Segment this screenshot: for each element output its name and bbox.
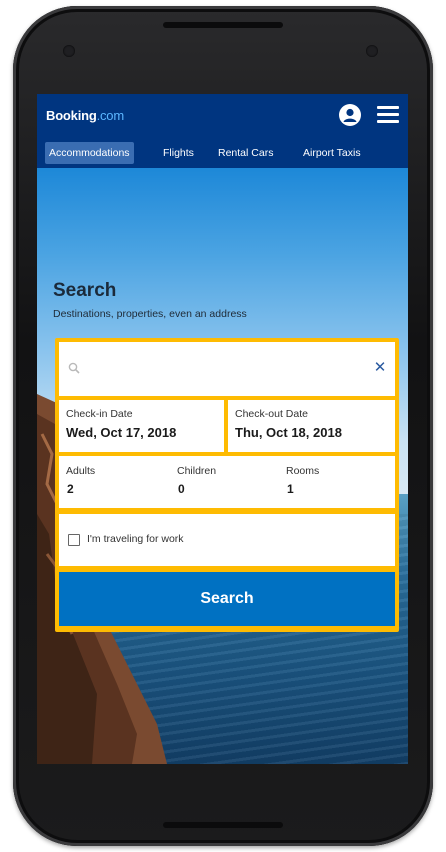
search-form: ✕ Check-in Date Wed, Oct 17, 2018 Check-… — [55, 338, 399, 632]
tab-airport-taxis[interactable]: Airport Taxis — [299, 142, 365, 164]
search-icon — [68, 362, 80, 374]
close-icon[interactable]: ✕ — [373, 359, 387, 377]
menu-line — [377, 120, 399, 123]
rooms-label: Rooms — [286, 465, 320, 477]
app-screen: Booking.com Accommodations Flights Renta… — [37, 94, 408, 764]
brand-suffix: .com — [96, 108, 125, 123]
guests-field[interactable]: Adults 2 Children 0 Rooms 1 — [59, 456, 395, 508]
menu-line — [377, 113, 399, 116]
adults-value: 2 — [67, 482, 74, 496]
brand-logo[interactable]: Booking.com — [46, 108, 124, 123]
checkin-date-field[interactable]: Check-in Date Wed, Oct 17, 2018 — [59, 400, 224, 452]
top-bar: Booking.com — [37, 94, 408, 138]
tab-rental-cars[interactable]: Rental Cars — [214, 142, 277, 164]
brand-name: Booking — [46, 108, 97, 123]
earpiece-speaker — [163, 22, 283, 28]
work-travel-field[interactable]: I'm traveling for work — [59, 514, 395, 566]
children-selector[interactable]: Children 0 — [177, 456, 277, 508]
checkout-value: Thu, Oct 18, 2018 — [235, 425, 342, 440]
page-title: Search — [53, 280, 117, 301]
children-value: 0 — [178, 482, 185, 496]
hamburger-menu-icon[interactable] — [377, 106, 399, 124]
proximity-sensor — [366, 45, 378, 57]
front-camera — [63, 45, 75, 57]
checkout-label: Check-out Date — [235, 408, 308, 420]
adults-selector[interactable]: Adults 2 — [66, 456, 166, 508]
checkin-label: Check-in Date — [66, 408, 133, 420]
page-subtitle: Destinations, properties, even an addres… — [53, 308, 247, 320]
product-tabs: Accommodations Flights Rental Cars Airpo… — [37, 138, 408, 168]
account-button[interactable] — [339, 104, 361, 126]
checkout-date-field[interactable]: Check-out Date Thu, Oct 18, 2018 — [228, 400, 395, 452]
tab-accommodations[interactable]: Accommodations — [45, 142, 134, 164]
work-travel-label: I'm traveling for work — [87, 533, 184, 545]
destination-field[interactable]: ✕ — [59, 342, 395, 396]
rooms-selector[interactable]: Rooms 1 — [286, 456, 386, 508]
search-button[interactable]: Search — [59, 572, 395, 626]
tab-flights[interactable]: Flights — [159, 142, 198, 164]
adults-label: Adults — [66, 465, 96, 477]
menu-line — [377, 106, 399, 109]
bottom-speaker — [163, 822, 283, 828]
account-icon — [343, 108, 357, 122]
destination-input[interactable] — [83, 356, 365, 382]
work-travel-checkbox[interactable] — [68, 534, 80, 546]
checkin-value: Wed, Oct 17, 2018 — [66, 425, 177, 440]
rooms-value: 1 — [287, 482, 294, 496]
children-label: Children — [177, 465, 217, 477]
